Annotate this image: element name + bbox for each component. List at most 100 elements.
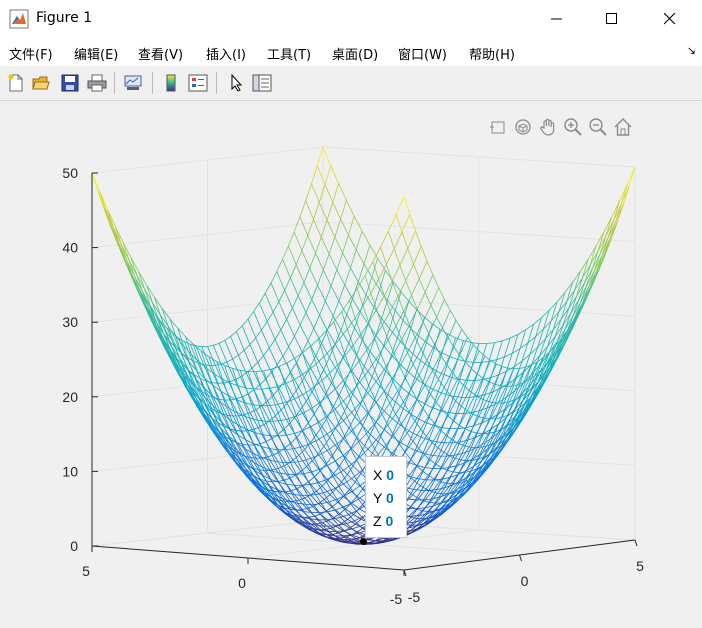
mesh-line: [433, 329, 441, 349]
mesh-line: [332, 183, 339, 203]
mesh-line: [580, 258, 589, 272]
datatip[interactable]: X 0 Y 0 Z 0: [365, 456, 407, 538]
mesh-line: [424, 274, 434, 293]
mesh-line: [474, 362, 482, 381]
mesh-line: [284, 290, 293, 309]
mesh-line: [365, 294, 375, 308]
mesh-line: [461, 390, 470, 407]
mesh-line: [348, 394, 356, 409]
mesh-line: [278, 434, 287, 437]
mesh-line: [572, 270, 581, 283]
mesh-line: [250, 409, 257, 414]
mesh-line: [320, 220, 328, 238]
mesh-line: [299, 216, 309, 236]
mesh-line: [397, 280, 407, 297]
mesh-line: [400, 291, 410, 302]
mesh-line: [284, 277, 291, 291]
mesh-line: [243, 350, 253, 369]
mesh-line: [434, 344, 441, 355]
mesh-line: [261, 330, 270, 349]
mesh-line: [348, 216, 355, 236]
mesh-line: [373, 289, 381, 308]
mesh-line: [292, 295, 299, 309]
mesh-line: [344, 369, 352, 383]
surface-plot[interactable]: 01020304050-505-505: [0, 0, 702, 628]
mesh-line: [395, 214, 403, 233]
mesh-line: [318, 184, 326, 203]
mesh-line: [432, 274, 440, 288]
mesh-line: [255, 371, 262, 390]
mesh-line: [280, 472, 289, 475]
mesh-line: [232, 368, 241, 371]
mesh-line: [195, 345, 202, 348]
mesh-line: [383, 379, 393, 392]
mesh-line: [453, 471, 460, 474]
mesh-line: [282, 346, 289, 357]
mesh-line: [409, 214, 416, 232]
mesh-line: [274, 339, 284, 357]
z-tick-label: 0: [70, 538, 78, 554]
datatip-marker[interactable]: [360, 538, 367, 545]
mesh-line: [327, 388, 336, 397]
mesh-line: [327, 460, 336, 466]
mesh-line: [424, 442, 433, 455]
mesh-line: [338, 382, 346, 396]
mesh-line: [330, 489, 338, 500]
mesh-line: [324, 184, 334, 203]
mesh-line: [372, 246, 381, 262]
mesh-line: [295, 250, 303, 265]
mesh-line: [236, 325, 243, 332]
datatip-z-row: Z 0: [373, 513, 393, 529]
mesh-line: [309, 422, 319, 428]
mesh-line: [265, 372, 272, 380]
mesh-line: [373, 400, 383, 410]
mesh-line: [453, 395, 462, 398]
mesh-line: [284, 371, 292, 381]
mesh-line: [286, 362, 294, 381]
mesh-line: [465, 412, 472, 428]
mesh-line: [292, 493, 301, 496]
mesh-line: [368, 400, 375, 414]
mesh-line: [359, 294, 367, 313]
mesh-line: [232, 354, 239, 360]
mesh-line: [346, 416, 354, 431]
mesh-line: [311, 471, 318, 483]
mesh-line: [417, 499, 424, 509]
mesh-line: [267, 404, 276, 407]
mesh-line: [441, 412, 449, 428]
mesh-line: [354, 473, 362, 483]
mesh-line: [416, 453, 424, 466]
mesh-line: [407, 248, 414, 265]
mesh-line: [284, 442, 292, 449]
mesh-line: [356, 459, 363, 471]
mesh-line: [486, 342, 495, 344]
mesh-line: [423, 498, 432, 501]
mesh-line: [447, 469, 454, 473]
mesh-line: [316, 165, 326, 185]
mesh-line: [262, 456, 268, 459]
mesh-line: [308, 515, 315, 518]
mesh-line: [467, 337, 474, 345]
datatip-z-value: 0: [385, 513, 394, 529]
mesh-line: [378, 279, 385, 296]
mesh-line: [436, 441, 445, 444]
mesh-line: [311, 299, 320, 316]
mesh-line: [473, 410, 480, 427]
mesh-line: [383, 345, 392, 356]
mesh-line: [265, 438, 272, 443]
mesh-line: [330, 285, 340, 302]
mesh-line: [434, 410, 441, 426]
mesh-line: [416, 398, 424, 409]
mesh-line: [344, 495, 351, 504]
mesh-line: [455, 445, 464, 459]
mesh-line: [349, 481, 356, 490]
mesh-line: [352, 465, 362, 474]
mesh-line: [251, 367, 261, 386]
mesh-line: [280, 319, 287, 331]
mesh-line: [255, 337, 264, 356]
mesh-line: [380, 231, 389, 248]
mesh-line: [426, 323, 433, 343]
mesh-line: [276, 271, 285, 291]
mesh-line: [507, 367, 514, 370]
mesh-line: [342, 427, 350, 439]
